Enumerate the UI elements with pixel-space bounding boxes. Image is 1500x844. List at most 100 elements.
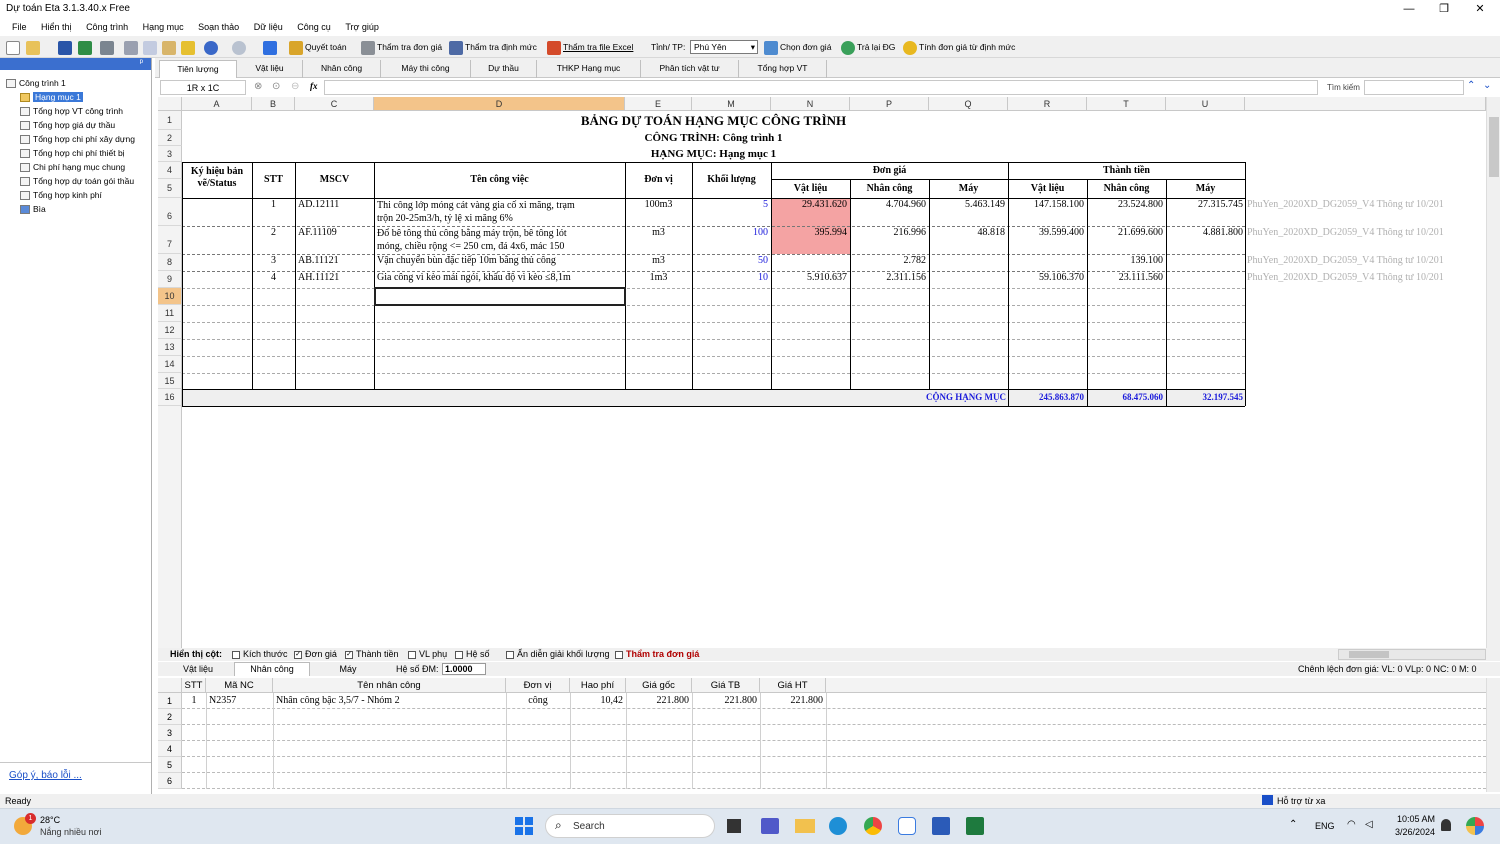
vertical-scrollbar[interactable] bbox=[1486, 97, 1500, 648]
chrome-icon[interactable] bbox=[864, 817, 882, 835]
tab-phan-tich-vat-tu[interactable]: Phân tích vật tư bbox=[641, 60, 739, 78]
cell-dg-nhan-cong[interactable]: 2.311.156 bbox=[850, 272, 926, 283]
row-header[interactable]: 6 bbox=[158, 198, 182, 226]
brush-icon[interactable] bbox=[181, 39, 197, 55]
color-app-icon[interactable] bbox=[1466, 817, 1484, 835]
grid-cell[interactable]: 1 bbox=[185, 693, 203, 709]
pin-icon[interactable]: ᵖ bbox=[140, 57, 143, 67]
cell-tt-nhan-cong[interactable]: 23.111.560 bbox=[1087, 272, 1163, 283]
row-header[interactable]: 11 bbox=[158, 305, 182, 322]
tree-item-th-vt[interactable]: Tổng hợp VT công trình bbox=[20, 105, 123, 117]
col-header[interactable]: C bbox=[295, 97, 374, 111]
cell-tt-vat-lieu[interactable]: 59.106.370 bbox=[1008, 272, 1084, 283]
row-header[interactable]: 10 bbox=[158, 288, 182, 305]
accept-icon[interactable]: ⊙ bbox=[272, 81, 280, 92]
paste-icon[interactable] bbox=[162, 39, 178, 55]
row-header[interactable]: 1 bbox=[158, 111, 182, 130]
cell-don-vi[interactable]: m3 bbox=[625, 227, 692, 238]
cell-dg-may[interactable]: 48.818 bbox=[929, 227, 1006, 238]
tree-item-th-du-toan-goi-thau[interactable]: Tổng hợp dự toán gói thầu bbox=[20, 175, 134, 187]
subtab-nhan-cong[interactable]: Nhân công bbox=[234, 662, 310, 676]
grid-row-header[interactable]: 3 bbox=[158, 725, 182, 741]
cell-tt-vat-lieu[interactable]: 147.158.100 bbox=[1008, 199, 1084, 210]
grid-col-header[interactable]: Giá gốc bbox=[626, 678, 692, 693]
grid-col-header[interactable]: Tên nhân công bbox=[273, 678, 506, 693]
grid-col-header[interactable]: Hao phí bbox=[570, 678, 626, 693]
tab-may-thi-cong[interactable]: Máy thi công bbox=[381, 60, 471, 78]
print-icon[interactable] bbox=[100, 39, 116, 55]
tree-item-th-gia-du-thau[interactable]: Tổng hợp giá dự thầu bbox=[20, 119, 115, 131]
cell-mscv[interactable]: AF.11109 bbox=[298, 227, 374, 238]
option-kich-thuoc[interactable]: Kích thước bbox=[232, 649, 287, 659]
copy-icon[interactable] bbox=[143, 39, 159, 55]
option-thanh-tien[interactable]: ✓ Thành tiền bbox=[345, 649, 399, 659]
menu-file[interactable]: File bbox=[12, 18, 27, 36]
row-header[interactable]: 2 bbox=[158, 130, 182, 146]
search-up-icon[interactable]: ⌃ bbox=[1467, 80, 1475, 91]
grid-col-header[interactable]: Giá TB bbox=[692, 678, 760, 693]
cell-khoi-luong[interactable]: 5 bbox=[692, 199, 768, 210]
col-header[interactable]: B bbox=[252, 97, 295, 111]
tab-nhan-cong[interactable]: Nhân công bbox=[303, 60, 381, 78]
cell-ten-cong-viec[interactable]: Vận chuyển bùn đặc tiếp 10m bằng thủ côn… bbox=[377, 255, 625, 266]
grid-row-header[interactable]: 5 bbox=[158, 757, 182, 773]
cell-stt[interactable]: 2 bbox=[252, 227, 295, 238]
search-input[interactable] bbox=[1364, 80, 1464, 95]
cell-tt-may[interactable]: 27.315.745 bbox=[1166, 199, 1243, 210]
tree-item-cp-hang-muc-chung[interactable]: Chi phí hạng mục chung bbox=[20, 161, 125, 173]
col-header[interactable]: U bbox=[1166, 97, 1245, 111]
menu-du-lieu[interactable]: Dữ liệu bbox=[254, 18, 283, 36]
tab-thkp-hang-muc[interactable]: THKP Hạng mục bbox=[537, 60, 641, 78]
grid-col-header[interactable]: Đơn vị bbox=[506, 678, 570, 693]
tree-item-hang-muc[interactable]: Hạng mục 1 bbox=[20, 91, 83, 103]
cell-khoi-luong[interactable]: 50 bbox=[692, 255, 768, 266]
menu-hang-muc[interactable]: Hạng mục bbox=[143, 18, 184, 36]
tra-lai-dg-button[interactable]: Trả lại ĐG bbox=[841, 39, 895, 55]
grid-row-header[interactable]: 4 bbox=[158, 741, 182, 757]
tree-item-th-cp-thiet-bi[interactable]: Tổng hợp chi phí thiết bị bbox=[20, 147, 125, 159]
cell-dg-nhan-cong[interactable]: 4.704.960 bbox=[850, 199, 926, 210]
row-header[interactable]: 16 bbox=[158, 389, 182, 406]
col-header[interactable]: T bbox=[1087, 97, 1166, 111]
grid-col-header[interactable]: Giá HT bbox=[760, 678, 826, 693]
edge-icon[interactable] bbox=[829, 817, 847, 835]
menu-cong-cu[interactable]: Công cụ bbox=[297, 18, 331, 36]
cell-dg-nhan-cong[interactable]: 2.782 bbox=[850, 255, 927, 266]
grid-cell[interactable]: 221.800 bbox=[629, 693, 690, 709]
menu-cong-trinh[interactable]: Công trình bbox=[86, 18, 128, 36]
col-header[interactable]: N bbox=[771, 97, 850, 111]
search-down-icon[interactable]: ⌄ bbox=[1483, 80, 1491, 91]
wifi-icon[interactable]: ◠ bbox=[1347, 819, 1356, 830]
row-header[interactable]: 7 bbox=[158, 226, 182, 254]
cell-stt[interactable]: 4 bbox=[252, 272, 295, 283]
option-vl-phu[interactable]: VL phụ bbox=[408, 649, 447, 659]
tham-tra-don-gia-checkbox[interactable]: Thẩm tra đơn giá bbox=[615, 649, 699, 659]
selected-cell[interactable] bbox=[374, 287, 626, 306]
tab-tong-hop-vt[interactable]: Tổng hợp VT bbox=[739, 60, 827, 78]
row-header[interactable]: 8 bbox=[158, 254, 182, 271]
row-header[interactable]: 9 bbox=[158, 271, 182, 288]
row-header[interactable]: 3 bbox=[158, 146, 182, 162]
cell-ten-cong-viec[interactable]: Đổ bê tông thủ công bằng máy trộn, bê tô… bbox=[377, 227, 625, 253]
chevron-up-icon[interactable]: ⌃ bbox=[1289, 819, 1297, 830]
grid-col-header[interactable]: Mã NC bbox=[206, 678, 273, 693]
name-box[interactable]: 1R x 1C bbox=[160, 80, 246, 95]
teams-icon[interactable] bbox=[761, 818, 779, 834]
cell-ten-cong-viec[interactable]: Thi công lớp móng cát vàng gia cố xi măn… bbox=[377, 199, 625, 225]
col-header[interactable]: Q bbox=[929, 97, 1008, 111]
cut-icon[interactable] bbox=[124, 39, 140, 55]
cancel-icon[interactable]: ⊗ bbox=[254, 81, 262, 92]
grid-cell[interactable]: 10,42 bbox=[573, 693, 624, 709]
cell-khoi-luong[interactable]: 100 bbox=[692, 227, 768, 238]
menu-soan-thao[interactable]: Soạn thảo bbox=[198, 18, 239, 36]
cell-dg-vat-lieu[interactable]: 5.910.637 bbox=[771, 272, 847, 283]
minimize-button[interactable]: — bbox=[1392, 1, 1426, 17]
cell-tt-nhan-cong[interactable]: 139.100 bbox=[1087, 255, 1164, 266]
cell-dg-may[interactable]: 5.463.149 bbox=[929, 199, 1005, 210]
taskbar-search[interactable]: ⌕ Search bbox=[545, 814, 715, 838]
grid-cell[interactable]: Nhân công bậc 3,5/7 - Nhóm 2 bbox=[276, 693, 503, 709]
chon-don-gia-button[interactable]: Chọn đơn giá bbox=[764, 39, 831, 55]
subtab-may[interactable]: Máy bbox=[318, 664, 378, 674]
cell-reference[interactable]: PhuYen_2020XD_DG2059_V4 Thông tư 10/201 bbox=[1247, 272, 1486, 283]
row-header[interactable]: 12 bbox=[158, 322, 182, 339]
